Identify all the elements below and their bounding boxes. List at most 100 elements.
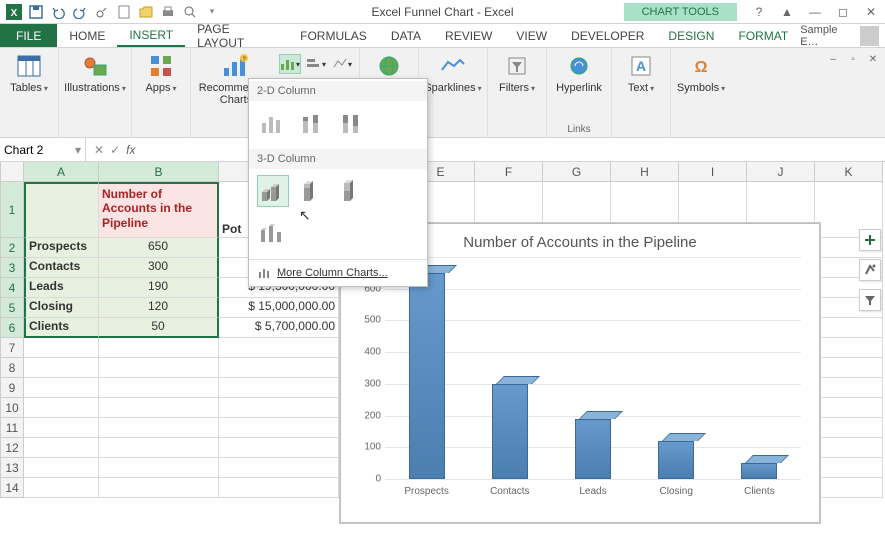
row-2[interactable]: 2 xyxy=(0,238,24,258)
col-K[interactable]: K xyxy=(815,162,883,182)
redo-icon[interactable] xyxy=(70,2,90,22)
chart-elements-button[interactable] xyxy=(859,229,881,251)
tab-view[interactable]: VIEW xyxy=(504,24,559,47)
row-9[interactable]: 9 xyxy=(0,378,24,398)
tab-pagelayout[interactable]: PAGE LAYOUT xyxy=(185,24,288,47)
tab-review[interactable]: REVIEW xyxy=(433,24,504,47)
col-G[interactable]: G xyxy=(543,162,611,182)
row-8[interactable]: 8 xyxy=(0,358,24,378)
tab-insert[interactable]: INSERT xyxy=(117,24,185,47)
excel-icon[interactable]: X xyxy=(4,2,24,22)
row-13[interactable]: 13 xyxy=(0,458,24,478)
tab-developer[interactable]: DEVELOPER xyxy=(559,24,656,47)
cell-B2[interactable]: 650 xyxy=(99,238,219,258)
col-B[interactable]: B xyxy=(99,162,219,182)
user-name[interactable]: Sample E… xyxy=(800,24,856,48)
tab-formulas[interactable]: FORMULAS xyxy=(288,24,379,47)
row-12[interactable]: 12 xyxy=(0,438,24,458)
workbook-close[interactable]: ✕ xyxy=(863,50,883,68)
preview-icon[interactable] xyxy=(180,2,200,22)
tab-format[interactable]: FORMAT xyxy=(726,24,800,47)
workbook-minimize[interactable]: – xyxy=(823,50,843,68)
cell-B4[interactable]: 190 xyxy=(99,278,219,298)
stacked-column-2d[interactable] xyxy=(297,107,329,139)
bar-closing[interactable] xyxy=(658,433,694,479)
row-1[interactable]: 1 xyxy=(0,182,24,238)
bar-clients[interactable] xyxy=(741,455,777,479)
user-avatar[interactable] xyxy=(860,26,879,46)
row-4[interactable]: 4 xyxy=(0,278,24,298)
row-10[interactable]: 10 xyxy=(0,398,24,418)
cancel-formula-icon[interactable]: ✕ xyxy=(94,143,104,157)
symbols-button[interactable]: Ω Symbols xyxy=(677,52,725,94)
row-7[interactable]: 7 xyxy=(0,338,24,358)
close-button[interactable]: ✕ xyxy=(857,1,885,23)
row-11[interactable]: 11 xyxy=(0,418,24,438)
bar-contacts[interactable] xyxy=(492,376,528,479)
column-chart-button[interactable]: ▾ xyxy=(279,54,301,74)
clustered-column-3d[interactable] xyxy=(257,175,289,207)
row-5[interactable]: 5 xyxy=(0,298,24,318)
name-box[interactable]: ▾ xyxy=(0,138,86,161)
bar-chart-button[interactable]: ▾ xyxy=(305,54,327,74)
maximize-button[interactable]: ◻ xyxy=(829,1,857,23)
more-icon[interactable]: ▾ xyxy=(202,2,222,22)
illustrations-button[interactable]: Illustrations xyxy=(65,52,125,94)
col-I[interactable]: I xyxy=(679,162,747,182)
row-14[interactable]: 14 xyxy=(0,478,24,498)
sparklines-button[interactable]: Sparklines xyxy=(425,52,481,94)
cell-B1[interactable]: Number of Accounts in the Pipeline xyxy=(99,182,219,238)
filters-button[interactable]: Filters xyxy=(494,52,540,94)
cell-C6[interactable]: $ 5,700,000.00 xyxy=(219,318,339,338)
new-icon[interactable] xyxy=(114,2,134,22)
workbook-restore[interactable]: ▫ xyxy=(843,50,863,68)
chart-plot-area[interactable]: 0100200300400500600700 ProspectsContacts… xyxy=(385,257,801,479)
name-box-dropdown[interactable]: ▾ xyxy=(75,143,81,157)
tab-data[interactable]: DATA xyxy=(379,24,433,47)
cell-A6[interactable]: Clients xyxy=(24,318,99,338)
bar-leads[interactable] xyxy=(575,411,611,479)
ribbon-toggle-icon[interactable]: ▲ xyxy=(773,1,801,23)
fx-icon[interactable]: fx xyxy=(126,143,135,157)
open-icon[interactable] xyxy=(136,2,156,22)
more-column-charts[interactable]: More Column Charts... xyxy=(249,259,427,286)
col-F[interactable]: F xyxy=(475,162,543,182)
enter-formula-icon[interactable]: ✓ xyxy=(110,143,120,157)
name-box-input[interactable] xyxy=(4,143,64,157)
row-3[interactable]: 3 xyxy=(0,258,24,278)
chart-styles-button[interactable] xyxy=(859,259,881,281)
100-stacked-column-3d[interactable] xyxy=(337,175,369,207)
quickprint-icon[interactable] xyxy=(158,2,178,22)
stock-chart-button[interactable]: ▾ xyxy=(331,54,353,74)
cell-B5[interactable]: 120 xyxy=(99,298,219,318)
tab-design[interactable]: DESIGN xyxy=(656,24,726,47)
minimize-button[interactable]: — xyxy=(801,1,829,23)
tab-home[interactable]: HOME xyxy=(57,24,117,47)
col-H[interactable]: H xyxy=(611,162,679,182)
apps-button[interactable]: Apps xyxy=(138,52,184,94)
row-6[interactable]: 6 xyxy=(0,318,24,338)
cell-C5[interactable]: $ 15,000,000.00 xyxy=(219,298,339,318)
cell-A1[interactable] xyxy=(24,182,99,238)
save-icon[interactable] xyxy=(26,2,46,22)
select-all-corner[interactable] xyxy=(0,162,24,182)
cell-B3[interactable]: 300 xyxy=(99,258,219,278)
cell-A3[interactable]: Contacts xyxy=(24,258,99,278)
tab-file[interactable]: FILE xyxy=(0,24,57,47)
cell-A4[interactable]: Leads xyxy=(24,278,99,298)
cell-B6[interactable]: 50 xyxy=(99,318,219,338)
help-icon[interactable]: ? xyxy=(745,1,773,23)
chart-filters-button[interactable] xyxy=(859,289,881,311)
col-A[interactable]: A xyxy=(24,162,99,182)
tables-button[interactable]: Tables xyxy=(6,52,52,94)
bar-prospects[interactable] xyxy=(409,265,445,479)
text-button[interactable]: A Text xyxy=(618,52,664,94)
hyperlink-button[interactable]: Hyperlink xyxy=(553,52,605,94)
col-J[interactable]: J xyxy=(747,162,815,182)
touch-icon[interactable] xyxy=(92,2,112,22)
cell-A5[interactable]: Closing xyxy=(24,298,99,318)
cell-A2[interactable]: Prospects xyxy=(24,238,99,258)
column-3d[interactable] xyxy=(257,219,289,251)
clustered-column-2d[interactable] xyxy=(257,107,289,139)
undo-icon[interactable] xyxy=(48,2,68,22)
